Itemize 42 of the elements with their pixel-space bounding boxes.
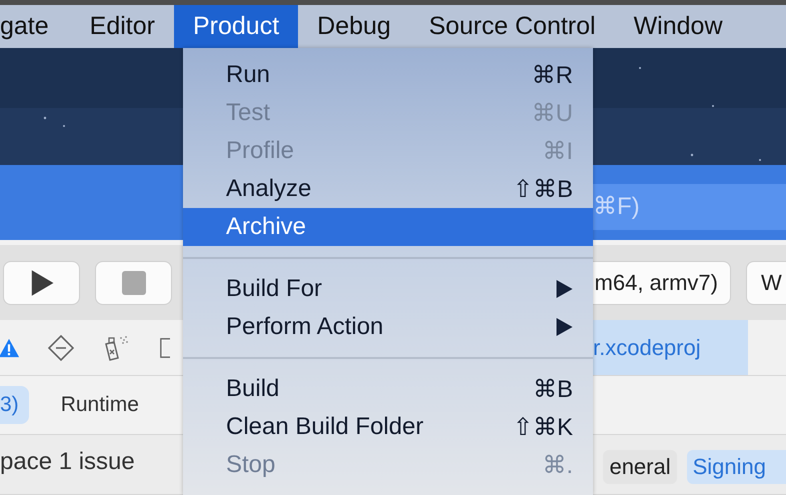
menu-item-label: Test xyxy=(226,99,270,127)
submenu-arrow-icon xyxy=(556,280,573,298)
menu-item[interactable]: Analyze ⇧⌘B xyxy=(183,170,593,208)
menu-item-label: Stop xyxy=(226,451,276,479)
shortcut-label: ⌘. xyxy=(542,450,573,480)
menu-bar-item[interactable]: Window xyxy=(614,5,742,48)
menu-item-label: Archive xyxy=(226,213,306,241)
shortcut-label: ⌘U xyxy=(532,98,573,128)
editor-tab[interactable]: Signing xyxy=(686,450,786,484)
menu-item-label: Profile xyxy=(226,137,294,165)
menu-item-label: Build For xyxy=(226,275,322,303)
filter-tab[interactable]: Runtime xyxy=(50,386,149,424)
search-hint: ⌘F) xyxy=(593,192,640,221)
menu-item[interactable]: Archive xyxy=(183,208,593,246)
menu-item-label: Perform Action xyxy=(226,313,384,341)
stop-icon xyxy=(122,270,146,294)
menu-bar-item[interactable]: Product xyxy=(174,5,298,48)
shortcut-label: ⇧⌘B xyxy=(512,174,573,204)
submenu-arrow-icon xyxy=(556,318,573,336)
menu-item-label: Analyze xyxy=(226,175,312,203)
shortcut-label: ⌘R xyxy=(532,60,573,90)
menu-bar-item[interactable]: Source Control xyxy=(410,5,615,48)
menu-item[interactable]: Run ⌘R xyxy=(183,56,593,94)
menu-bar-item[interactable]: gate xyxy=(0,5,71,48)
issue-summary: pace 1 issue xyxy=(0,448,135,476)
menu-bar-item[interactable]: Editor xyxy=(70,5,174,48)
destination-selector[interactable]: W xyxy=(746,260,786,304)
filter-tab[interactable]: 3) xyxy=(0,386,29,424)
menu-item-label: Build xyxy=(226,375,280,403)
menu-item-label: Clean Build Folder xyxy=(226,413,424,441)
menu-item-label: Run xyxy=(226,61,270,89)
shortcut-label: ⇧⌘K xyxy=(512,412,573,442)
shortcut-label: ⌘B xyxy=(532,374,573,404)
menu-item[interactable]: Build ⌘B xyxy=(183,370,593,408)
warning-icon[interactable] xyxy=(0,336,20,358)
menu-bar-item[interactable]: Debug xyxy=(298,5,410,48)
editor-tab[interactable]: eneral xyxy=(603,450,677,484)
diamond-icon[interactable] xyxy=(48,334,74,360)
menu-item[interactable]: Perform Action xyxy=(183,308,593,346)
menu-item[interactable]: Clean Build Folder ⇧⌘K xyxy=(183,408,593,446)
shortcut-label: ⌘I xyxy=(542,136,573,166)
run-button[interactable] xyxy=(3,260,80,304)
